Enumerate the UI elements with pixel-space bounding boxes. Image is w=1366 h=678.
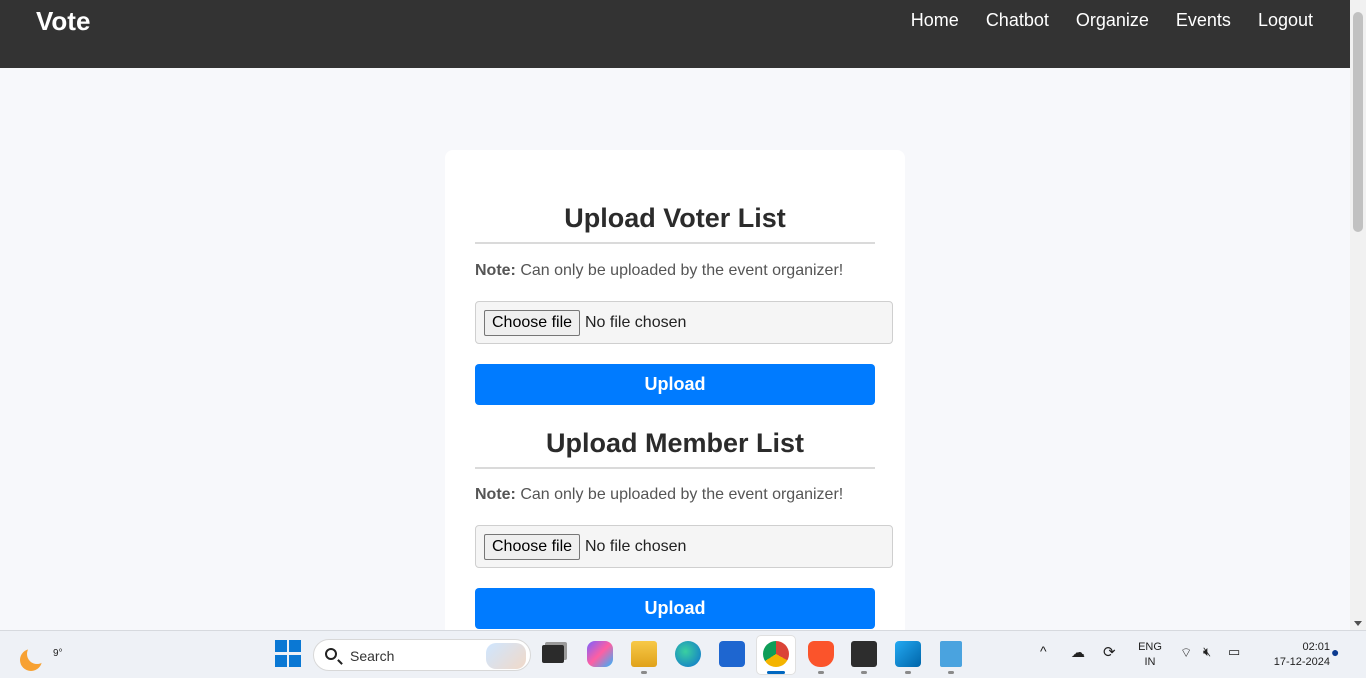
navbar: Vote Home Chatbot Organize Events Logout xyxy=(0,0,1350,68)
file-explorer-icon[interactable] xyxy=(631,641,657,667)
chrome-browser-icon[interactable] xyxy=(763,641,789,667)
brave-browser-icon[interactable] xyxy=(808,641,834,667)
search-label: Search xyxy=(350,648,395,664)
member-note-text: Can only be uploaded by the event organi… xyxy=(515,486,844,503)
member-file-status: No file chosen xyxy=(585,538,687,555)
battery-icon[interactable]: ▭ xyxy=(1228,644,1240,660)
wifi-icon[interactable]: ⌔ xyxy=(1180,645,1192,661)
member-note-label: Note: xyxy=(475,486,516,503)
taskbar-search[interactable]: Search xyxy=(313,639,531,671)
edge-browser-icon[interactable] xyxy=(675,641,701,667)
weather-temperature: 9° xyxy=(53,648,63,659)
voter-choose-file-button[interactable]: Choose file xyxy=(484,310,581,336)
voter-list-title: Upload Voter List xyxy=(564,203,786,233)
terminal-icon[interactable] xyxy=(851,641,877,667)
member-choose-file-button[interactable]: Choose file xyxy=(484,534,581,560)
clock-time: 02:01 xyxy=(1302,641,1330,653)
volume-muted-icon[interactable]: 🔇︎ xyxy=(1203,644,1211,660)
vertical-scrollbar[interactable] xyxy=(1350,0,1366,630)
brave-open-indicator xyxy=(818,671,824,674)
nav-link-chatbot[interactable]: Chatbot xyxy=(986,10,1049,31)
task-view-icon[interactable] xyxy=(542,645,564,663)
voter-file-input[interactable]: Choose file No file chosen xyxy=(475,301,893,344)
microsoft-store-icon[interactable] xyxy=(719,641,745,667)
vscode-open-indicator xyxy=(905,671,911,674)
member-list-title: Upload Member List xyxy=(545,428,805,458)
taskbar: 9° Search ^ ☁ ⟳ ENG IN ⌔ 🔇︎ ▭ 02:01 17-1… xyxy=(0,630,1366,678)
weather-icon-cutout xyxy=(27,644,47,664)
nav-link-home[interactable]: Home xyxy=(911,10,959,31)
nav-links: Home Chatbot Organize Events Logout xyxy=(911,10,1313,31)
chrome-active-indicator xyxy=(767,671,785,674)
upload-card: Upload Voter List Note: Can only be uplo… xyxy=(445,150,905,630)
nav-link-events[interactable]: Events xyxy=(1176,10,1231,31)
page-viewport: Vote Home Chatbot Organize Events Logout… xyxy=(0,0,1350,630)
region-code: IN xyxy=(1144,656,1156,668)
member-upload-button[interactable]: Upload xyxy=(475,588,875,629)
member-note: Note: Can only be uploaded by the event … xyxy=(475,486,843,504)
member-title-divider xyxy=(475,467,875,469)
windows-start-icon[interactable] xyxy=(275,640,303,668)
notepad-open-indicator xyxy=(948,671,954,674)
sync-icon[interactable]: ⟳ xyxy=(1103,643,1116,661)
voter-title-divider xyxy=(475,242,875,244)
nav-link-organize[interactable]: Organize xyxy=(1076,10,1149,31)
onedrive-cloud-icon[interactable]: ☁ xyxy=(1071,644,1085,661)
notepad-icon[interactable] xyxy=(940,641,962,667)
search-highlight-image xyxy=(486,643,526,669)
vscode-icon[interactable] xyxy=(895,641,921,667)
copilot-icon[interactable] xyxy=(587,641,613,667)
language-code: ENG xyxy=(1138,641,1162,653)
voter-file-status: No file chosen xyxy=(585,314,687,331)
nav-link-logout[interactable]: Logout xyxy=(1258,10,1313,31)
voter-note: Note: Can only be uploaded by the event … xyxy=(475,262,843,280)
notification-bell-icon[interactable]: ● xyxy=(1331,644,1339,660)
language-indicator[interactable]: ENG IN xyxy=(1134,640,1166,670)
taskbar-clock[interactable]: 02:01 17-12-2024 xyxy=(1252,640,1330,670)
terminal-open-indicator xyxy=(861,671,867,674)
weather-widget[interactable]: 9° xyxy=(18,639,63,671)
scroll-down-arrow-icon[interactable] xyxy=(1354,621,1362,626)
voter-note-label: Note: xyxy=(475,262,516,279)
member-file-input[interactable]: Choose file No file chosen xyxy=(475,525,893,568)
voter-upload-button[interactable]: Upload xyxy=(475,364,875,405)
search-icon xyxy=(325,648,337,660)
scrollbar-thumb[interactable] xyxy=(1353,12,1363,232)
clock-date: 17-12-2024 xyxy=(1273,656,1330,668)
file-explorer-open-indicator xyxy=(641,671,647,674)
voter-note-text: Can only be uploaded by the event organi… xyxy=(515,262,844,279)
tray-overflow-chevron-icon[interactable]: ^ xyxy=(1040,643,1047,659)
brand-logo[interactable]: Vote xyxy=(36,6,90,37)
